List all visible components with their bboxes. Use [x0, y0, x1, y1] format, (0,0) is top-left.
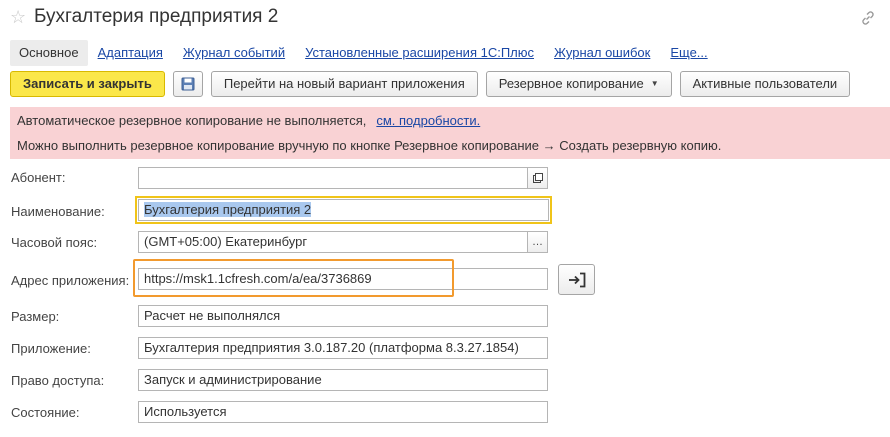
timezone-value: (GMT+05:00) Екатеринбург: [144, 234, 308, 249]
star-icon[interactable]: ☆: [10, 8, 26, 26]
backup-warning-panel: Автоматическое резервное копирование не …: [10, 107, 890, 159]
floppy-disk-icon: [181, 77, 195, 91]
toolbar: Записать и закрыть Перейти на новый вари…: [10, 70, 858, 98]
size-row: Размер: Расчет не выполнялся: [0, 303, 890, 329]
state-row: Состояние: Используется: [0, 399, 890, 425]
warning-text-1: Автоматическое резервное копирование не …: [17, 113, 367, 128]
name-value: Бухгалтерия предприятия 2: [144, 202, 312, 217]
new-version-button[interactable]: Перейти на новый вариант приложения: [210, 71, 478, 97]
timezone-label: Часовой пояс:: [11, 235, 98, 250]
login-arrow-icon: [568, 272, 585, 287]
tab-adaptation[interactable]: Адаптация: [90, 40, 171, 66]
access-label: Право доступа:: [11, 373, 105, 388]
chevron-down-icon: ▼: [650, 79, 659, 88]
tab-main[interactable]: Основное: [10, 40, 88, 66]
subscriber-field[interactable]: [138, 167, 548, 189]
name-row: Наименование: Бухгалтерия предприятия 2: [0, 196, 890, 224]
tab-event-log[interactable]: Журнал событий: [175, 40, 293, 66]
tab-bar: Основное Адаптация Журнал событий Устано…: [10, 40, 720, 66]
application-field: Бухгалтерия предприятия 3.0.187.20 (плат…: [138, 337, 548, 359]
state-label: Состояние:: [11, 405, 80, 420]
page-title: Бухгалтерия предприятия 2: [34, 6, 279, 27]
timezone-row: Часовой пояс: (GMT+05:00) Екатеринбург …: [0, 230, 890, 256]
name-label: Наименование:: [11, 204, 105, 219]
details-link[interactable]: см. подробности.: [376, 113, 480, 128]
tab-more[interactable]: Еще...: [662, 40, 715, 66]
window-header: ☆ Бухгалтерия предприятия 2: [0, 0, 890, 38]
application-row: Приложение: Бухгалтерия предприятия 3.0.…: [0, 335, 890, 361]
size-value: Расчет не выполнялся: [144, 308, 281, 323]
highlight-frame: [133, 259, 454, 297]
subscriber-row: Абонент:: [0, 166, 890, 192]
save-and-close-button[interactable]: Записать и закрыть: [10, 71, 165, 97]
active-users-button[interactable]: Активные пользователи: [679, 71, 851, 97]
access-field: Запуск и администрирование: [138, 369, 548, 391]
size-field: Расчет не выполнялся: [138, 305, 548, 327]
name-input[interactable]: Бухгалтерия предприятия 2: [135, 196, 552, 224]
save-button[interactable]: [172, 71, 203, 97]
subscriber-label: Абонент:: [11, 170, 66, 185]
warning-line-1: Автоматическое резервное копирование не …: [17, 113, 480, 128]
application-value: Бухгалтерия предприятия 3.0.187.20 (плат…: [144, 340, 519, 355]
state-field: Используется: [138, 401, 548, 423]
size-label: Размер:: [11, 309, 60, 324]
tab-error-log[interactable]: Журнал ошибок: [546, 40, 658, 66]
open-subscriber-button[interactable]: [527, 168, 547, 188]
access-row: Право доступа: Запуск и администрировани…: [0, 367, 890, 393]
open-app-button[interactable]: [558, 264, 595, 295]
backup-dropdown-button[interactable]: Резервное копирование ▼: [485, 71, 672, 97]
app-window: ☆ Бухгалтерия предприятия 2 Основное Ада…: [0, 0, 890, 437]
application-label: Приложение:: [11, 341, 91, 356]
timezone-select-button[interactable]: …: [527, 232, 547, 252]
backup-button-label: Резервное копирование: [498, 76, 644, 91]
open-icon: [532, 173, 543, 183]
warning-line-2: Можно выполнить резервное копирование вр…: [17, 138, 722, 153]
app-address-label: Адрес приложения:: [11, 273, 130, 288]
state-value: Используется: [144, 404, 227, 419]
timezone-field[interactable]: (GMT+05:00) Екатеринбург …: [138, 231, 548, 253]
access-value: Запуск и администрирование: [144, 372, 322, 387]
link-icon[interactable]: [860, 10, 876, 26]
tab-extensions[interactable]: Установленные расширения 1С:Плюс: [297, 40, 542, 66]
